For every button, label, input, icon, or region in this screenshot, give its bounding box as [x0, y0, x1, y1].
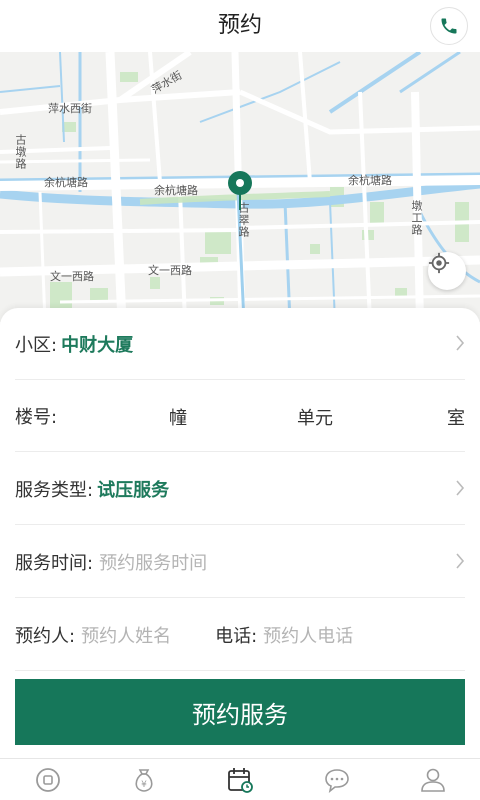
- service-time-label: 服务时间:: [15, 552, 94, 574]
- map-label: 古墩路: [14, 134, 27, 170]
- chat-icon: [325, 769, 349, 793]
- page-title: 预约: [217, 13, 262, 38]
- chevron-right-icon: [456, 335, 465, 351]
- service-type-row[interactable]: 服务类型: 试压服务: [15, 453, 465, 525]
- person-label: 预约人:: [15, 625, 76, 647]
- header: 预约: [0, 0, 480, 52]
- calendar-icon: [228, 768, 253, 793]
- phone-label: 电话:: [215, 625, 258, 647]
- chevron-right-icon: [456, 480, 465, 496]
- map-label: 文一西路: [50, 270, 94, 283]
- building-row: 楼号: 幢 单元 室: [15, 380, 465, 452]
- tab-home[interactable]: [33, 765, 63, 795]
- service-type-value: 试压服务: [97, 479, 170, 501]
- service-time-input[interactable]: 预约服务时间: [99, 549, 207, 575]
- map-label: 余杭塘路: [154, 184, 198, 197]
- locate-icon: [428, 252, 450, 274]
- location-pin-icon[interactable]: [226, 170, 254, 212]
- phone-icon: [441, 18, 457, 34]
- phone-input[interactable]: 预约人电话: [263, 622, 353, 648]
- map-view[interactable]: 萍水街 萍水西街 古墩路 余杭塘路 余杭塘路 余杭塘路 古翠路 墩工路 文一西路…: [0, 52, 480, 322]
- service-type-label: 服务类型:: [15, 479, 94, 501]
- map-label: 余杭塘路: [348, 174, 392, 187]
- appointment-form: 小区: 中财大厦 楼号: 幢 单元 室 服务类型: 试压服务 服务时间: 预约服…: [0, 308, 480, 758]
- submit-appointment-button[interactable]: 预约服务: [15, 679, 465, 745]
- building-unit-label: 幢: [169, 408, 187, 429]
- map-label: 余杭塘路: [44, 176, 88, 189]
- map-label: 墩工路: [410, 200, 423, 236]
- user-icon: [421, 768, 445, 792]
- community-value: 中财大厦: [61, 334, 134, 356]
- tab-appointment[interactable]: [225, 765, 255, 795]
- tab-messages[interactable]: [322, 765, 352, 795]
- tab-payment[interactable]: ¥: [129, 765, 159, 795]
- money-bag-icon: ¥: [135, 769, 153, 792]
- community-label: 小区:: [15, 334, 58, 356]
- home-icon: [36, 768, 60, 792]
- bottom-tab-bar: ¥: [0, 758, 480, 800]
- svg-text:¥: ¥: [141, 780, 147, 790]
- phone-button[interactable]: [430, 7, 468, 45]
- tab-profile[interactable]: [418, 765, 448, 795]
- locate-button[interactable]: [428, 252, 466, 290]
- community-row[interactable]: 小区: 中财大厦: [15, 308, 465, 380]
- room-unit-label: 室: [447, 408, 465, 429]
- map-label: 萍水西街: [48, 102, 92, 115]
- contact-row: 预约人: 预约人姓名 电话: 预约人电话: [15, 599, 465, 671]
- person-name-input[interactable]: 预约人姓名: [81, 622, 171, 648]
- map-label: 文一西路: [148, 264, 192, 277]
- service-time-row[interactable]: 服务时间: 预约服务时间: [15, 526, 465, 598]
- chevron-right-icon: [456, 553, 465, 569]
- unit-unit-label: 单元: [297, 408, 333, 429]
- building-label: 楼号:: [15, 406, 58, 428]
